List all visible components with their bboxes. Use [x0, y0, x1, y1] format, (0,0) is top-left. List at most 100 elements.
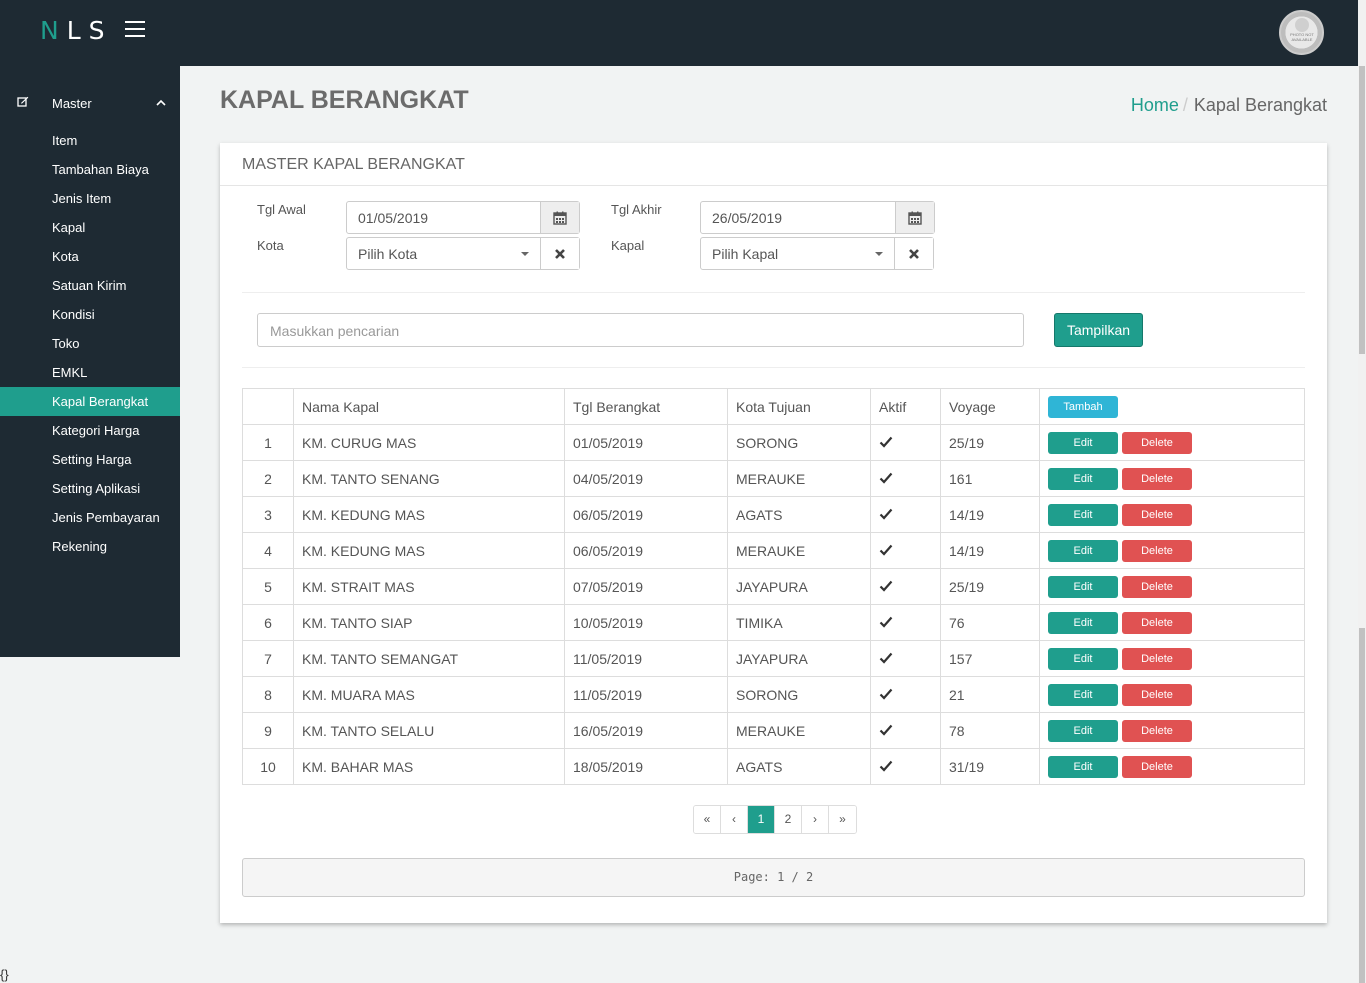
sidebar-item-kapal[interactable]: Kapal: [0, 213, 180, 242]
cell-actions: Edit Delete: [1039, 712, 1305, 749]
clear-kota-button[interactable]: [540, 238, 579, 269]
delete-button[interactable]: Delete: [1122, 431, 1192, 454]
breadcrumb-home-link[interactable]: Home: [1131, 95, 1179, 115]
edit-button[interactable]: Edit: [1048, 431, 1118, 454]
edit-button[interactable]: Edit: [1048, 503, 1118, 526]
page-2-button[interactable]: 2: [775, 806, 802, 833]
cell-actions: Edit Delete: [1039, 604, 1305, 641]
search-input[interactable]: Masukkan pencarian: [257, 313, 1024, 347]
edit-icon: [17, 96, 29, 107]
check-icon: [879, 508, 893, 520]
sidebar-section-label: Master: [52, 96, 92, 111]
chevron-up-icon: [156, 99, 166, 106]
page-title: KAPAL BERANGKAT: [220, 86, 469, 114]
sidebar-item-toko[interactable]: Toko: [0, 329, 180, 358]
sidebar-item-kondisi[interactable]: Kondisi: [0, 300, 180, 329]
cell-aktif: [870, 640, 941, 677]
check-icon: [879, 544, 893, 556]
show-button[interactable]: Tampilkan: [1054, 313, 1143, 347]
calendar-icon[interactable]: [540, 202, 579, 233]
sidebar-item-setting-aplikasi[interactable]: Setting Aplikasi: [0, 474, 180, 503]
delete-button[interactable]: Delete: [1122, 539, 1192, 562]
cell-no: 10: [242, 748, 294, 785]
debug-output: {}: [0, 967, 9, 982]
cell-voyage: 157: [940, 640, 1040, 677]
sidebar-item-satuan-kirim[interactable]: Satuan Kirim: [0, 271, 180, 300]
edit-button[interactable]: Edit: [1048, 575, 1118, 598]
check-icon: [879, 616, 893, 628]
col-header-voyage: Voyage: [940, 388, 1040, 425]
clear-kapal-button[interactable]: [894, 238, 933, 269]
cell-nama-kapal: KM. TANTO SELALU: [293, 712, 565, 749]
cell-voyage: 161: [940, 460, 1040, 497]
sidebar: Master Item Tambahan Biaya Jenis Item Kapal…: [0, 66, 180, 657]
hamburger-menu-icon[interactable]: [125, 21, 145, 39]
close-icon: [909, 249, 919, 259]
edit-button[interactable]: Edit: [1048, 719, 1118, 742]
check-icon: [879, 724, 893, 736]
page-1-button[interactable]: 1: [748, 806, 775, 833]
delete-button[interactable]: Delete: [1122, 611, 1192, 634]
delete-button[interactable]: Delete: [1122, 647, 1192, 670]
sidebar-item-jenis-pembayaran[interactable]: Jenis Pembayaran: [0, 503, 180, 532]
col-header-actions: Tambah: [1039, 388, 1305, 425]
col-header-no: [242, 388, 294, 425]
top-navbar: NLS PHOTO NOT AVAILABLE: [0, 0, 1358, 66]
kota-select[interactable]: Pilih Kota: [346, 237, 580, 270]
cell-voyage: 31/19: [940, 748, 1040, 785]
sidebar-item-tambahan-biaya[interactable]: Tambahan Biaya: [0, 155, 180, 184]
user-avatar[interactable]: PHOTO NOT AVAILABLE: [1279, 10, 1324, 55]
cell-aktif: [870, 604, 941, 641]
edit-button[interactable]: Edit: [1048, 647, 1118, 670]
kapal-select[interactable]: Pilih Kapal: [700, 237, 934, 270]
cell-kota-tujuan: MERAUKE: [727, 532, 871, 569]
sidebar-item-kapal-berangkat[interactable]: Kapal Berangkat: [0, 387, 180, 416]
edit-button[interactable]: Edit: [1048, 755, 1118, 778]
cell-voyage: 76: [940, 604, 1040, 641]
delete-button[interactable]: Delete: [1122, 503, 1192, 526]
edit-button[interactable]: Edit: [1048, 611, 1118, 634]
cell-kota-tujuan: SORONG: [727, 676, 871, 713]
cell-aktif: [870, 496, 941, 533]
cell-tgl-berangkat: 11/05/2019: [564, 640, 728, 677]
cell-nama-kapal: KM. STRAIT MAS: [293, 568, 565, 605]
sidebar-section-master[interactable]: Master: [0, 92, 180, 116]
delete-button[interactable]: Delete: [1122, 575, 1192, 598]
add-button[interactable]: Tambah: [1048, 395, 1118, 418]
calendar-icon[interactable]: [895, 202, 934, 233]
sidebar-item-kategori-harga[interactable]: Kategori Harga: [0, 416, 180, 445]
delete-button[interactable]: Delete: [1122, 755, 1192, 778]
tgl-awal-field[interactable]: 01/05/2019: [346, 201, 580, 234]
cell-nama-kapal: KM. BAHAR MAS: [293, 748, 565, 785]
page-last-button[interactable]: »: [829, 806, 856, 833]
sidebar-item-jenis-item[interactable]: Jenis Item: [0, 184, 180, 213]
sidebar-item-kota[interactable]: Kota: [0, 242, 180, 271]
tgl-akhir-field[interactable]: 26/05/2019: [700, 201, 935, 234]
check-icon: [879, 580, 893, 592]
cell-aktif: [870, 460, 941, 497]
scrollbar-thumb-lower[interactable]: [1359, 628, 1365, 983]
cell-voyage: 78: [940, 712, 1040, 749]
sidebar-item-emkl[interactable]: EMKL: [0, 358, 180, 387]
edit-button[interactable]: Edit: [1048, 539, 1118, 562]
delete-button[interactable]: Delete: [1122, 683, 1192, 706]
cell-aktif: [870, 568, 941, 605]
col-header-kota: Kota Tujuan: [727, 388, 871, 425]
cell-tgl-berangkat: 06/05/2019: [564, 532, 728, 569]
delete-button[interactable]: Delete: [1122, 467, 1192, 490]
cell-actions: Edit Delete: [1039, 640, 1305, 677]
edit-button[interactable]: Edit: [1048, 467, 1118, 490]
sidebar-item-setting-harga[interactable]: Setting Harga: [0, 445, 180, 474]
app-logo[interactable]: NLS: [40, 16, 113, 45]
scrollbar-thumb[interactable]: [1359, 66, 1365, 354]
page-next-button[interactable]: ›: [802, 806, 829, 833]
page-prev-button[interactable]: ‹: [721, 806, 748, 833]
breadcrumb-current: Kapal Berangkat: [1193, 95, 1327, 115]
page-status: Page: 1 / 2: [242, 858, 1305, 897]
sidebar-item-item[interactable]: Item: [0, 126, 180, 155]
page-first-button[interactable]: «: [694, 806, 721, 833]
sidebar-item-rekening[interactable]: Rekening: [0, 532, 180, 561]
edit-button[interactable]: Edit: [1048, 683, 1118, 706]
cell-tgl-berangkat: 18/05/2019: [564, 748, 728, 785]
delete-button[interactable]: Delete: [1122, 719, 1192, 742]
